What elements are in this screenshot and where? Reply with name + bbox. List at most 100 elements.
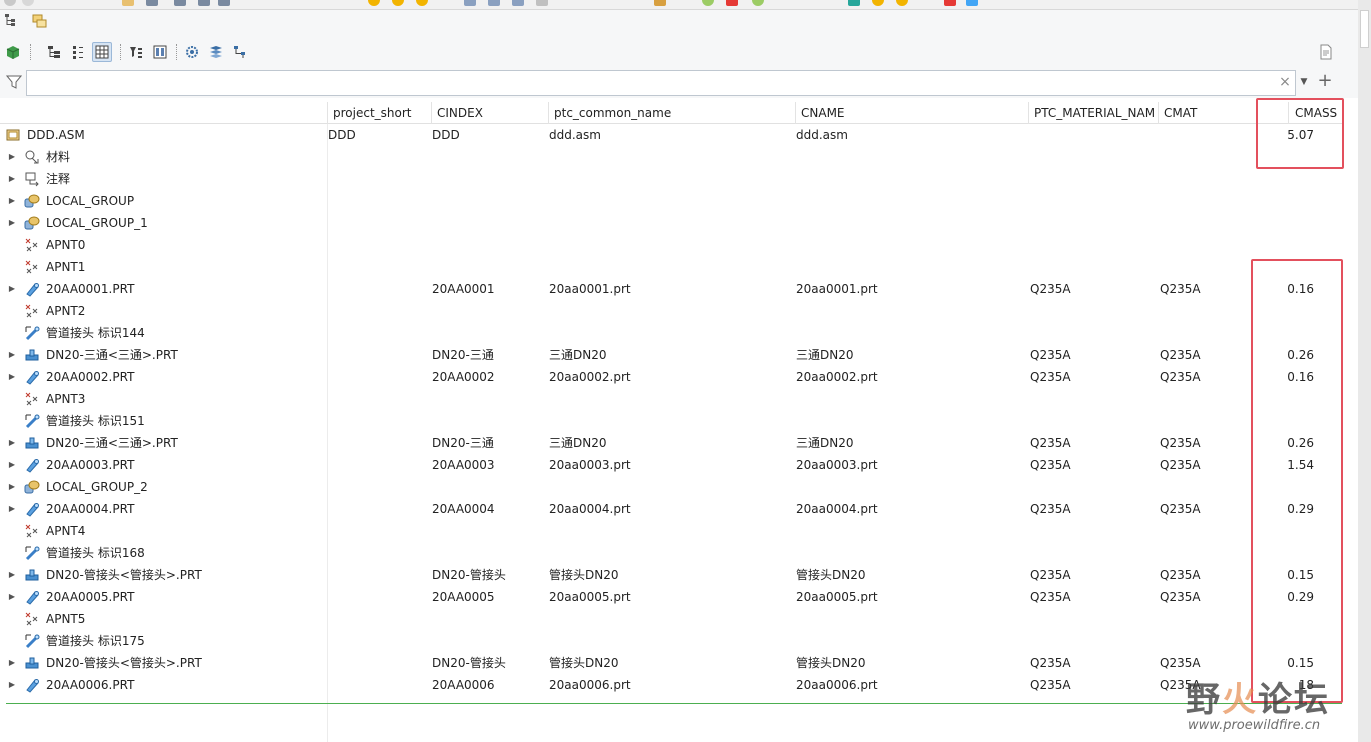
gear-icon[interactable] [182,42,202,62]
expand-arrow-icon[interactable]: ▶ [7,278,17,300]
row-name[interactable]: 材料 [46,146,325,168]
save-icon[interactable] [146,0,158,6]
layer-tree-tab-icon[interactable] [32,14,48,30]
status-icon[interactable] [392,0,404,6]
tree-row[interactable]: ▶ LOCAL_GROUP_2 [0,476,1344,498]
tree-row[interactable]: APNT3 [0,388,1344,410]
tree-row[interactable]: ▶ 20AA0005.PRT 20AA0005 20aa0005.prt 20aa000… [0,586,1344,608]
show-details-icon[interactable] [1316,42,1336,62]
save-as-icon[interactable] [174,0,186,6]
tree-row[interactable]: 管道接头 标识151 [0,410,1344,432]
layers-icon[interactable] [206,42,226,62]
row-name[interactable]: 管道接头 标识168 [46,542,325,564]
tree-row[interactable]: ▶ LOCAL_GROUP [0,190,1344,212]
header-ptc-common-name[interactable]: ptc_common_name [548,102,795,124]
tree-row[interactable]: DDD.ASM DDD DDD ddd.asm ddd.asm 5.07 [0,124,1344,146]
row-name[interactable]: DN20-管接头<管接头>.PRT [46,564,325,586]
tree-list-icon[interactable] [68,42,88,62]
tool-icon[interactable] [752,0,764,6]
tree-row[interactable]: APNT2 [0,300,1344,322]
tree-row[interactable]: 管道接头 标识168 [0,542,1344,564]
expand-arrow-icon[interactable]: ▶ [7,454,17,476]
regenerate-icon[interactable] [368,0,380,6]
tree-columns-icon[interactable] [92,42,112,62]
tree-row[interactable]: APNT4 [0,520,1344,542]
row-name[interactable]: APNT1 [46,256,325,278]
row-name[interactable]: 管道接头 标识144 [46,322,325,344]
row-name[interactable]: APNT0 [46,234,325,256]
tree-row[interactable]: APNT5 [0,608,1344,630]
expand-arrow-icon[interactable]: ▶ [7,212,17,234]
tree-expand-icon[interactable] [44,42,64,62]
tree-row[interactable]: ▶ 20AA0006.PRT 20AA0006 20aa0006.prt 20aa000… [0,674,1344,696]
row-name[interactable]: DN20-管接头<管接头>.PRT [46,652,325,674]
folder-icon[interactable] [122,0,134,6]
row-name[interactable]: 20AA0005.PRT [46,586,325,608]
expand-arrow-icon[interactable]: ▶ [7,146,17,168]
row-name[interactable]: 注释 [46,168,325,190]
row-name[interactable]: 管道接头 标识175 [46,630,325,652]
row-name[interactable]: 20AA0002.PRT [46,366,325,388]
tree-row[interactable]: 管道接头 标识144 [0,322,1344,344]
expand-arrow-icon[interactable]: ▶ [7,344,17,366]
expand-arrow-icon[interactable]: ▶ [7,498,17,520]
row-name[interactable]: 20AA0003.PRT [46,454,325,476]
row-name[interactable]: LOCAL_GROUP_1 [46,212,325,234]
expand-arrow-icon[interactable]: ▶ [7,586,17,608]
tool-icon[interactable] [966,0,978,6]
row-name[interactable]: APNT2 [46,300,325,322]
row-name[interactable]: 20AA0006.PRT [46,674,325,696]
tool-icon[interactable] [944,0,956,6]
app-icon[interactable] [4,0,16,6]
expand-arrow-icon[interactable]: ▶ [7,366,17,388]
row-name[interactable]: LOCAL_GROUP [46,190,325,212]
row-name[interactable]: 20AA0001.PRT [46,278,325,300]
tree-row[interactable]: ▶ 20AA0004.PRT 20AA0004 20aa0004.prt 20aa000… [0,498,1344,520]
tree-row[interactable]: ▶ DN20-三通<三通>.PRT DN20-三通 三通DN20 三通DN20 Q235A… [0,344,1344,366]
header-cname[interactable]: CNAME [795,102,1028,124]
tool-icon[interactable] [654,0,666,6]
tree-row[interactable]: ▶ 材料 [0,146,1344,168]
funnel-icon[interactable] [5,74,23,90]
tree-row[interactable]: ▶ DN20-管接头<管接头>.PRT DN20-管接头 管接头DN20 管接头DN20… [0,652,1344,674]
column-settings-icon[interactable] [150,42,170,62]
tree-row[interactable]: ▶ DN20-管接头<管接头>.PRT DN20-管接头 管接头DN20 管接头DN20… [0,564,1344,586]
chevron-down-icon[interactable]: ▼ [1298,76,1310,88]
expand-arrow-icon[interactable]: ▶ [7,432,17,454]
expand-arrow-icon[interactable]: ▶ [7,652,17,674]
expand-arrow-icon[interactable]: ▶ [7,168,17,190]
backup-icon[interactable] [218,0,230,6]
color-icon[interactable] [726,0,738,6]
tool-icon[interactable] [848,0,860,6]
tool-icon[interactable] [896,0,908,6]
scrollbar-thumb[interactable] [1360,10,1369,48]
expand-arrow-icon[interactable]: ▶ [7,476,17,498]
expand-arrow-icon[interactable]: ▶ [7,674,17,696]
expand-arrow-icon[interactable]: ▶ [7,190,17,212]
tool-icon[interactable] [22,0,34,6]
model-tree-icon[interactable] [4,13,18,27]
save-copy-icon[interactable] [198,0,210,6]
row-name[interactable]: LOCAL_GROUP_2 [46,476,325,498]
view-icon[interactable] [488,0,500,6]
header-cmass[interactable]: CMASS [1288,102,1344,124]
tool-icon[interactable] [872,0,884,6]
row-name[interactable]: 20AA0004.PRT [46,498,325,520]
cube-icon[interactable] [3,42,23,62]
header-ptc-material-name[interactable]: PTC_MATERIAL_NAM [1028,102,1158,124]
tree-row[interactable]: ▶ 20AA0001.PRT 20AA0001 20aa0001.prt 20aa000… [0,278,1344,300]
row-name[interactable]: 管道接头 标识151 [46,410,325,432]
hierarchy-icon[interactable] [230,42,250,62]
view-icon[interactable] [536,0,548,6]
header-cmat[interactable]: CMAT [1158,102,1288,124]
header-name[interactable] [0,102,327,124]
tree-row[interactable]: ▶ 20AA0003.PRT 20AA0003 20aa0003.prt 20aa000… [0,454,1344,476]
status-icon[interactable] [416,0,428,6]
tree-row[interactable]: ▶ 注释 [0,168,1344,190]
clear-filter-icon[interactable]: × [1278,74,1292,90]
row-name[interactable]: APNT3 [46,388,325,410]
header-project-short[interactable]: project_short [327,102,431,124]
row-name[interactable]: APNT5 [46,608,325,630]
tree-filter-input[interactable] [26,70,1296,96]
tree-filters-icon[interactable] [126,42,146,62]
